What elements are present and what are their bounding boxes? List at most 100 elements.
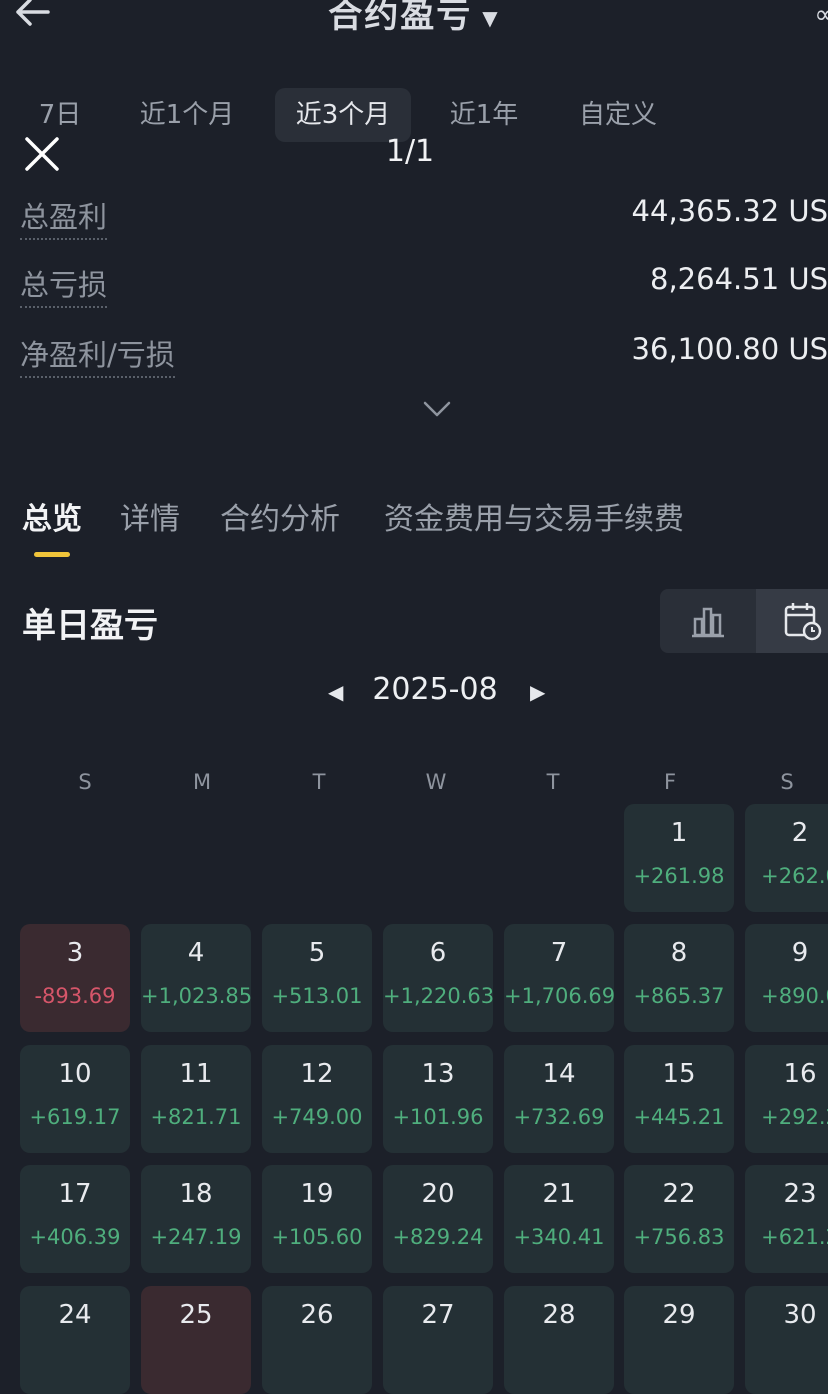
calendar-day-cell[interactable]: 6 +1,220.63: [383, 924, 495, 1032]
calendar-day-number: 1: [670, 818, 688, 848]
calendar-day-cell[interactable]: 21 +340.41: [504, 1165, 614, 1273]
calendar-day-number: 24: [58, 1300, 92, 1330]
calendar-day-cell[interactable]: 27: [383, 1286, 493, 1394]
calendar-day-cell[interactable]: 19 +105.60: [262, 1165, 372, 1273]
calendar-day-pnl: +261.98: [633, 864, 725, 888]
page-title[interactable]: 合约盈亏 ▼: [0, 0, 828, 37]
calendar-day-number: 28: [542, 1300, 576, 1330]
calendar-day-number: 8: [670, 938, 688, 968]
calendar-day-number: 11: [179, 1059, 213, 1089]
calendar-day-pnl: +865.37: [633, 984, 725, 1008]
calendar-day-number: 19: [300, 1179, 334, 1209]
bar-chart-view-button[interactable]: [660, 589, 756, 653]
calendar-day-cell[interactable]: 11 +821.71: [141, 1045, 251, 1153]
calendar-icon: [784, 603, 822, 641]
calendar-day-pnl: +513.01: [271, 984, 363, 1008]
calendar-day-number: 10: [58, 1059, 92, 1089]
calendar-day-number: 15: [662, 1059, 696, 1089]
calendar-day-number: 12: [300, 1059, 334, 1089]
chevron-down-icon[interactable]: [422, 398, 452, 420]
calendar-day-cell[interactable]: 23 +621.2: [745, 1165, 828, 1273]
calendar-day-cell[interactable]: 18 +247.19: [141, 1165, 251, 1273]
calendar-day-pnl: +749.00: [271, 1105, 363, 1129]
calendar-day-number: 5: [308, 938, 326, 968]
calendar-day-cell[interactable]: 29: [624, 1286, 734, 1394]
calendar-day-cell[interactable]: 13 +101.96: [383, 1045, 493, 1153]
calendar-day-cell[interactable]: 1 +261.98: [624, 804, 734, 912]
calendar-day-pnl: +1,023.85: [141, 984, 253, 1008]
calendar-day-cell[interactable]: 26: [262, 1286, 372, 1394]
calendar-day-pnl: +340.41: [513, 1225, 605, 1249]
calendar-day-pnl: -893.69: [34, 984, 116, 1008]
calendar-day-cell[interactable]: 3 -893.69: [20, 924, 130, 1032]
daily-pnl-title: 单日盈亏: [22, 606, 158, 646]
calendar-day-number: 7: [550, 938, 568, 968]
calendar-day-cell[interactable]: 22 +756.83: [624, 1165, 734, 1273]
calendar-day-cell[interactable]: 30: [745, 1286, 828, 1394]
calendar-day-cell[interactable]: 24: [20, 1286, 130, 1394]
calendar-view-button[interactable]: [756, 589, 828, 653]
total-profit-label[interactable]: 总盈利: [20, 194, 108, 240]
view-toggle: [660, 589, 828, 653]
calendar-day-cell[interactable]: 25: [141, 1286, 251, 1394]
calendar-day-number: 27: [421, 1300, 455, 1330]
tab-contract-analysis[interactable]: 合约分析: [220, 494, 340, 538]
calendar-day-number: 17: [58, 1179, 92, 1209]
calendar-day-pnl: +829.24: [392, 1225, 484, 1249]
calendar-day-cell[interactable]: 9 +890.0: [745, 924, 828, 1032]
calendar-day-cell[interactable]: 5 +513.01: [262, 924, 372, 1032]
calendar-day-number: 26: [300, 1300, 334, 1330]
tab-overview[interactable]: 总览: [22, 494, 82, 538]
calendar-day-cell[interactable]: 15 +445.21: [624, 1045, 734, 1153]
prev-month-icon[interactable]: ◀: [328, 680, 343, 704]
calendar-day-pnl: +101.96: [392, 1105, 484, 1129]
total-loss-value: 8,264.51 US: [650, 262, 828, 296]
next-month-icon[interactable]: ▶: [530, 680, 545, 704]
calendar-day-pnl: +1,220.63: [383, 984, 495, 1008]
calendar-day-number: 25: [179, 1300, 213, 1330]
calendar-day-pnl: +445.21: [633, 1105, 725, 1129]
total-profit-value: 44,365.32 US: [631, 194, 828, 228]
month-label: 2025-08: [372, 672, 498, 707]
weekday-wed: W: [425, 770, 447, 794]
calendar-day-cell[interactable]: 2 +262.0: [745, 804, 828, 912]
calendar-day-cell[interactable]: 17 +406.39: [20, 1165, 130, 1273]
calendar-day-number: 4: [187, 938, 205, 968]
weekday-thu: T: [546, 770, 560, 794]
calendar-day-cell[interactable]: 28: [504, 1286, 614, 1394]
calendar-day-cell[interactable]: 4 +1,023.85: [141, 924, 253, 1032]
total-loss-label[interactable]: 总亏损: [20, 262, 108, 308]
tab-details[interactable]: 详情: [120, 494, 180, 538]
period-tab-1m[interactable]: 近1个月: [132, 88, 242, 142]
page-indicator: 1/1: [385, 134, 435, 169]
weekday-tue: T: [312, 770, 326, 794]
calendar-day-number: 3: [66, 938, 84, 968]
close-icon[interactable]: [22, 134, 62, 174]
calendar-day-cell[interactable]: 16 +292.2: [745, 1045, 828, 1153]
bar-chart-icon: [692, 607, 724, 638]
calendar-day-number: 16: [783, 1059, 817, 1089]
tab-fees[interactable]: 资金费用与交易手续费: [384, 494, 684, 538]
more-icon[interactable]: ∞: [814, 0, 828, 30]
calendar-day-cell[interactable]: 8 +865.37: [624, 924, 734, 1032]
page-title-text: 合约盈亏: [328, 0, 473, 36]
calendar-day-number: 18: [179, 1179, 213, 1209]
calendar-day-cell[interactable]: 7 +1,706.69: [504, 924, 615, 1032]
calendar-day-number: 2: [791, 818, 809, 848]
calendar-day-pnl: +619.17: [29, 1105, 121, 1129]
calendar-day-cell[interactable]: 12 +749.00: [262, 1045, 372, 1153]
calendar-day-number: 9: [791, 938, 809, 968]
calendar-day-number: 30: [783, 1300, 817, 1330]
calendar-day-pnl: +292.2: [761, 1105, 828, 1129]
calendar-day-number: 14: [542, 1059, 576, 1089]
period-tab-custom[interactable]: 自定义: [570, 88, 666, 142]
calendar-day-cell[interactable]: 14 +732.69: [504, 1045, 614, 1153]
weekday-mon: M: [192, 770, 212, 794]
calendar-day-number: 13: [421, 1059, 455, 1089]
net-pnl-value: 36,100.80 US: [631, 332, 828, 366]
weekday-sun: S: [78, 770, 92, 794]
calendar-day-cell[interactable]: 20 +829.24: [383, 1165, 493, 1273]
net-pnl-label[interactable]: 净盈利/亏损: [20, 332, 175, 378]
weekday-fri: F: [663, 770, 677, 794]
calendar-day-cell[interactable]: 10 +619.17: [20, 1045, 130, 1153]
